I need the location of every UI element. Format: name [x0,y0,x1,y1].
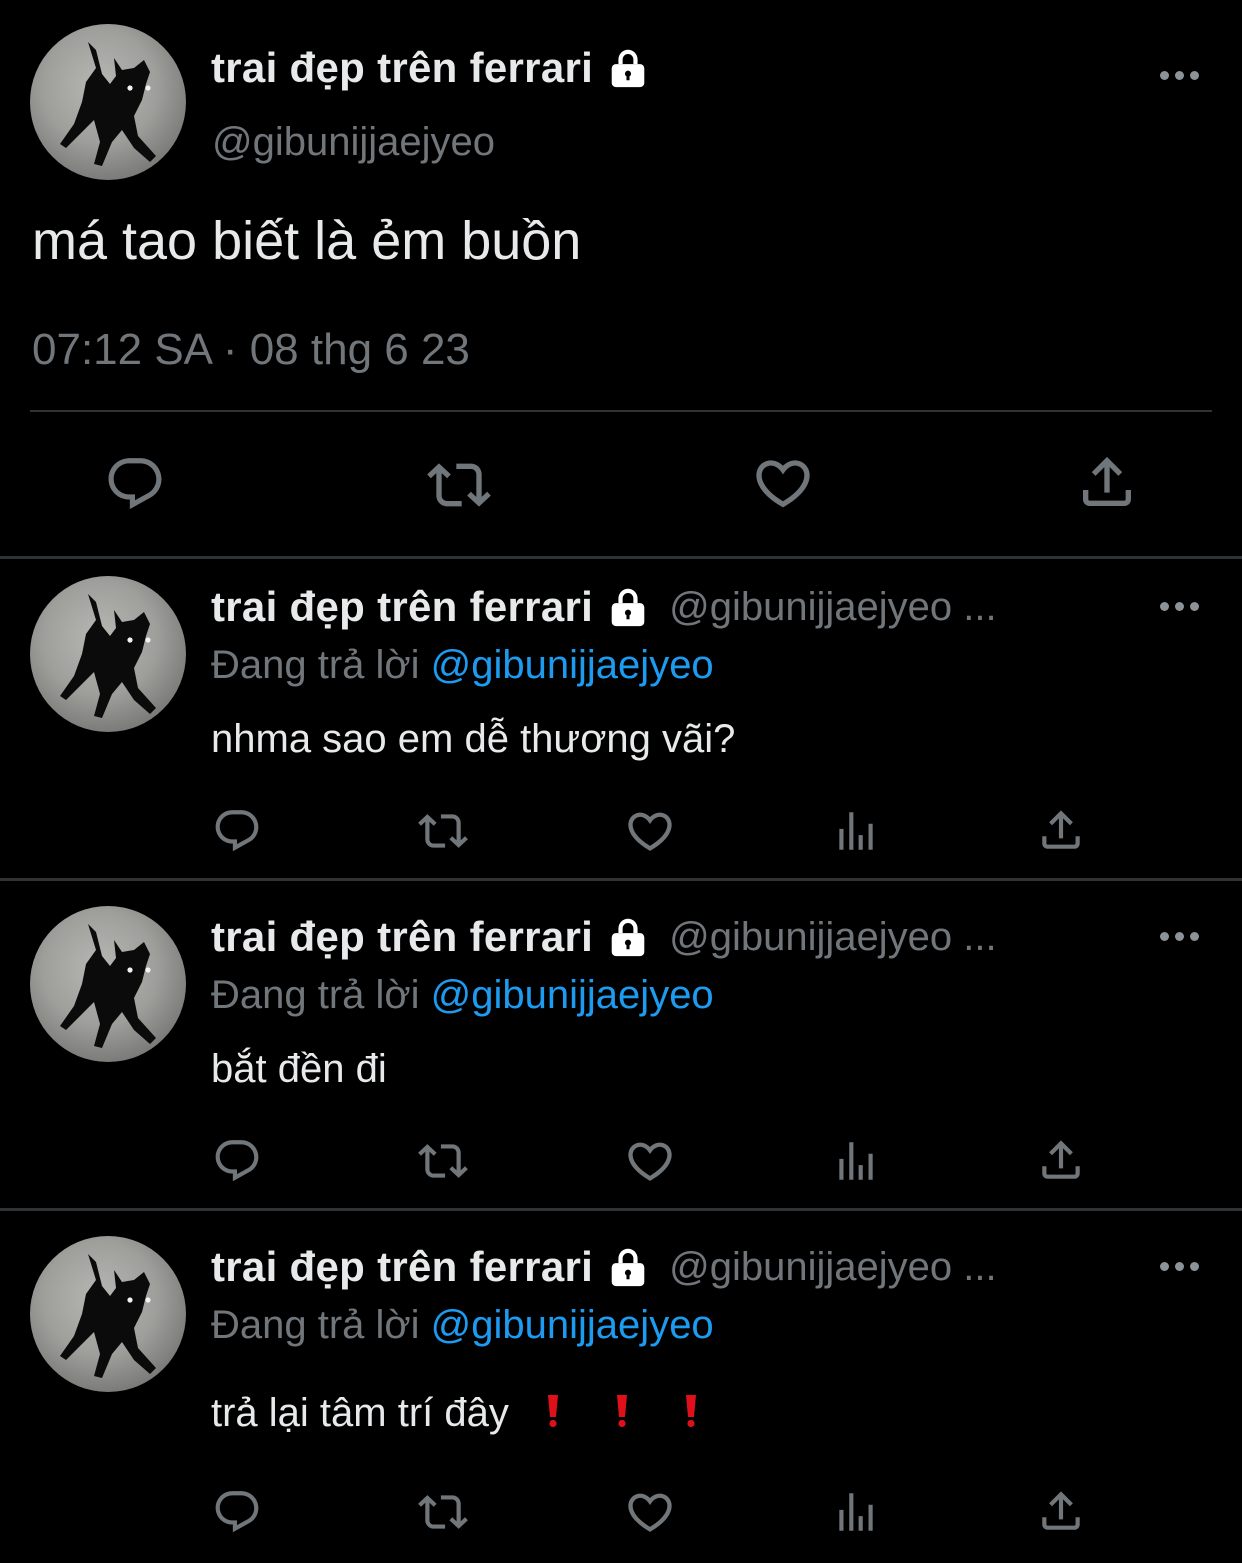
retweet-icon [427,453,491,517]
exclamation-emoji-icon [617,1395,628,1428]
views-button[interactable] [831,1136,881,1186]
author-name-row: trai đẹp trên ferrari [211,44,651,92]
cat-image [30,906,186,1062]
mention-link[interactable]: @gibunijjaejyeo [431,643,714,687]
like-icon [624,805,676,857]
replying-to: Đang trả lời @gibunijjaejyeo [211,1303,714,1348]
lock-icon [605,584,651,630]
mention-link[interactable]: @gibunijjaejyeo [431,973,714,1017]
author-name-row: trai đẹp trên ferrari @gibunijjaejyeo ..… [211,1243,997,1291]
author-handle[interactable]: @gibunijjaejyeo ... [669,585,996,630]
separator [0,1208,1242,1211]
share-button[interactable] [1036,1486,1086,1536]
like-icon [624,1135,676,1187]
retweet-button[interactable] [416,806,470,856]
author-name-row: trai đẹp trên ferrari @gibunijjaejyeo ..… [211,583,997,631]
exclamation-emoji-icon [548,1395,558,1428]
cat-image [30,576,186,732]
avatar[interactable] [30,576,186,732]
share-button[interactable] [1036,1135,1086,1185]
cat-image [30,24,186,180]
reply-button[interactable] [212,1136,262,1186]
author-name-row: trai đẹp trên ferrari @gibunijjaejyeo ..… [211,913,997,961]
like-icon [624,1486,676,1538]
like-icon [751,451,815,515]
author-handle[interactable]: @gibunijjaejyeo ... [669,915,996,960]
replying-label: Đang trả lời [211,1303,420,1347]
replying-to: Đang trả lời @gibunijjaejyeo [211,643,714,688]
tweet-text: nhma sao em dễ thương vãi? [211,717,736,761]
retweet-button[interactable] [416,1487,470,1537]
display-name[interactable]: trai đẹp trên ferrari [211,583,593,631]
author-handle[interactable]: @gibunijjaejyeo [212,120,495,165]
mention-link[interactable]: @gibunijjaejyeo [431,1303,714,1347]
main-tweet: trai đẹp trên ferrari @gibunijjaejyeo má… [0,0,1242,556]
separator [0,878,1242,881]
tweet-text: trả lại tâm trí đây [211,1391,698,1436]
share-button[interactable] [1036,805,1086,855]
display-name[interactable]: trai đẹp trên ferrari [211,1243,593,1291]
tweet-text: má tao biết là ẻm buồn [32,211,582,271]
views-icon [831,1487,881,1537]
share-icon [1036,805,1086,855]
display-name[interactable]: trai đẹp trên ferrari [211,44,593,92]
share-button[interactable] [1075,450,1139,514]
like-button[interactable] [751,451,815,515]
retweet-button[interactable] [427,453,491,517]
lock-icon [605,914,651,960]
share-icon [1075,450,1139,514]
views-icon [831,1136,881,1186]
more-icon[interactable] [1160,930,1200,942]
lock-icon [605,1244,651,1290]
separator [0,556,1242,559]
more-icon[interactable] [1160,600,1200,612]
retweet-icon [416,806,470,856]
exclamation-emoji-icon [686,1395,697,1428]
views-button[interactable] [831,806,881,856]
divider [30,410,1212,412]
reply-button[interactable] [104,453,166,515]
lock-icon [605,45,651,91]
retweet-button[interactable] [416,1136,470,1186]
author-handle[interactable]: @gibunijjaejyeo ... [669,1245,996,1290]
avatar[interactable] [30,906,186,1062]
like-button[interactable] [624,805,676,857]
reply-icon [212,1487,262,1537]
avatar[interactable] [30,1236,186,1392]
more-icon[interactable] [1160,69,1200,81]
like-button[interactable] [624,1135,676,1187]
more-icon[interactable] [1160,1260,1200,1272]
reply-button[interactable] [212,806,262,856]
views-button[interactable] [831,1487,881,1537]
reply-icon [212,806,262,856]
replying-to: Đang trả lời @gibunijjaejyeo [211,973,714,1018]
retweet-icon [416,1487,470,1537]
like-button[interactable] [624,1486,676,1538]
reply-button[interactable] [212,1487,262,1537]
replying-label: Đang trả lời [211,643,420,687]
avatar[interactable] [30,24,186,180]
views-icon [831,806,881,856]
reply-icon [212,1136,262,1186]
tweet-text: bắt đền đi [211,1047,387,1091]
tweet-timestamp[interactable]: 07:12 SA · 08 thg 6 23 [32,325,470,375]
replying-label: Đang trả lời [211,973,420,1017]
share-icon [1036,1135,1086,1185]
retweet-icon [416,1136,470,1186]
cat-image [30,1236,186,1392]
share-icon [1036,1486,1086,1536]
reply-icon [104,453,166,515]
display-name[interactable]: trai đẹp trên ferrari [211,913,593,961]
tweet-text-content: trả lại tâm trí đây [211,1391,509,1435]
